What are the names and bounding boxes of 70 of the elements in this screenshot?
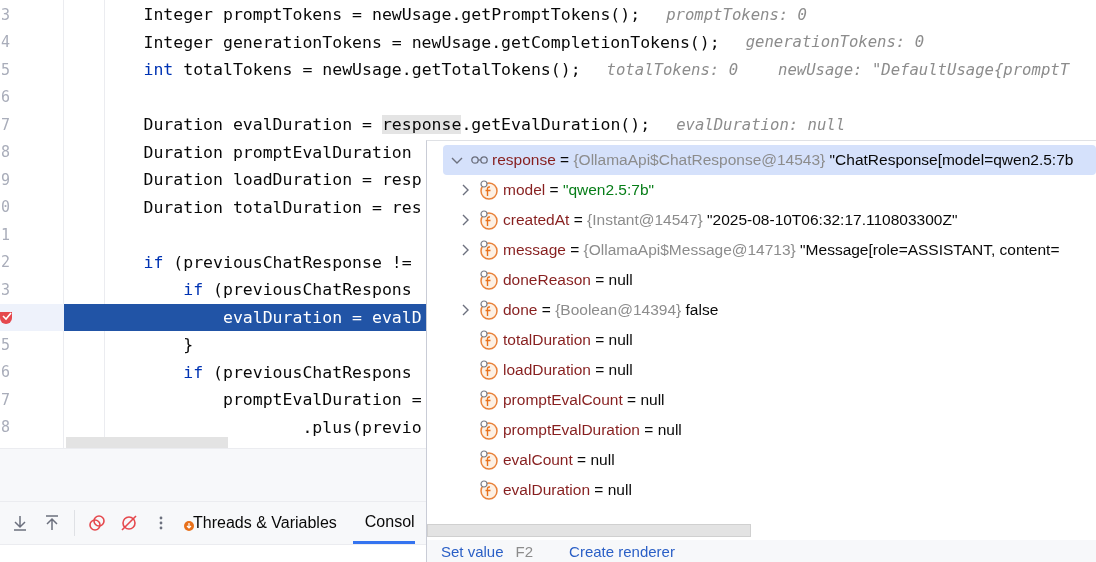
scrollbar[interactable] <box>66 437 228 448</box>
inline-value-hint: promptTokens: 0 <box>666 5 807 24</box>
inline-value-hint: newUsage: "DefaultUsage{promptT <box>778 60 1070 79</box>
line-number: 6 <box>0 363 11 382</box>
field-icon <box>479 420 499 440</box>
slashed-circle-icon <box>121 515 137 531</box>
line-number: 5 <box>0 60 11 79</box>
scrollbar[interactable] <box>427 524 751 537</box>
line-number: 4 <box>0 33 11 52</box>
code-line: if (previousChatRespons <box>182 280 412 300</box>
field-icon <box>479 270 499 290</box>
field-icon <box>479 360 499 380</box>
line-number: 5 <box>0 335 11 354</box>
variable-entry[interactable]: message = {OllamaApi$Message@14713} "Message[role=ASSISTANT, content= <box>503 241 1060 259</box>
line-number: 7 <box>0 115 11 134</box>
inline-value-hint: generationTokens: 0 <box>745 33 925 52</box>
tab[interactable]: Threads & Variables <box>181 502 349 544</box>
upload-arrow-icon <box>44 515 60 531</box>
selected-row[interactable]: response = {OllamaApi$ChatResponse@14543} "ChatResponse[model=qwen2.5:7b <box>443 145 1096 175</box>
variable-entry[interactable]: doneReason = null <box>503 271 633 289</box>
code-line: int totalTokens = newUsage.getTotalTokens(); <box>142 60 581 80</box>
code-line: evalDuration = evalD <box>221 307 422 327</box>
line-number: 0 <box>0 198 11 217</box>
code-line: if (previousChatResponse != <box>142 252 412 272</box>
field-icon <box>479 390 499 410</box>
line-number: 7 <box>0 390 11 409</box>
field-icon <box>479 480 499 500</box>
variable-entry[interactable]: done = {Boolean@14394} false <box>503 301 719 319</box>
variable-entry[interactable]: promptEvalDuration = null <box>503 421 682 439</box>
line-number: 9 <box>0 170 11 189</box>
variable-entry[interactable]: loadDuration = null <box>503 361 633 379</box>
status-dot-icon <box>184 521 194 531</box>
code-line: Duration evalDuration = response.getEvalDuration(); <box>142 115 651 135</box>
line-number: 8 <box>0 143 11 162</box>
code-line: .plus(previo <box>301 417 422 437</box>
field-icon <box>479 180 499 200</box>
line-number: 3 <box>0 280 11 299</box>
line-number: 3 <box>0 5 11 24</box>
code-line: } <box>182 335 194 355</box>
line-number: 2 <box>0 253 11 272</box>
variable-entry[interactable]: evalDuration = null <box>503 481 632 499</box>
variable-entry[interactable]: totalDuration = null <box>503 331 633 349</box>
code-line: Duration totalDuration = res <box>142 197 422 217</box>
field-icon <box>479 300 499 320</box>
variable-entry[interactable]: model = "qwen2.5:7b" <box>503 181 655 199</box>
glasses-icon <box>471 154 488 166</box>
code-line: Duration promptEvalDuration <box>142 142 412 162</box>
variable-entry[interactable]: evalCount = null <box>503 451 615 469</box>
linked-circles-icon <box>89 515 105 531</box>
line-number: 1 <box>0 225 11 244</box>
field-icon <box>479 450 499 470</box>
field-icon <box>479 240 499 260</box>
variable-entry[interactable]: promptEvalCount = null <box>503 391 665 409</box>
shortcut-hint: F2 <box>515 542 534 560</box>
field-icon <box>479 210 499 230</box>
code-line: if (previousChatRespons <box>182 362 412 382</box>
footer-link[interactable]: Create renderer <box>569 542 675 560</box>
line-number: 8 <box>0 418 11 437</box>
inline-value-hint: evalDuration: null <box>676 115 846 134</box>
field-icon <box>479 330 499 350</box>
code-line: Integer promptTokens = newUsage.getPromptTokens(); <box>142 5 641 25</box>
variable-entry[interactable]: createdAt = {Instant@14547} "2025-08-10T06:32:17.110803300Z" <box>503 211 958 229</box>
line-number: 6 <box>0 88 11 107</box>
code-line: Duration loadDuration = resp <box>142 170 422 190</box>
inline-value-hint: totalTokens: 0 <box>606 60 738 79</box>
code-line: promptEvalDuration = <box>221 390 422 410</box>
footer-link[interactable]: Set value <box>441 542 504 560</box>
download-arrow-icon <box>12 515 28 531</box>
variable-entry[interactable]: response = {OllamaApi$ChatResponse@14543} "ChatResponse[model=qwen2.5:7b <box>492 151 1074 169</box>
code-line: Integer generationTokens = newUsage.getCompletionTokens(); <box>142 32 720 52</box>
